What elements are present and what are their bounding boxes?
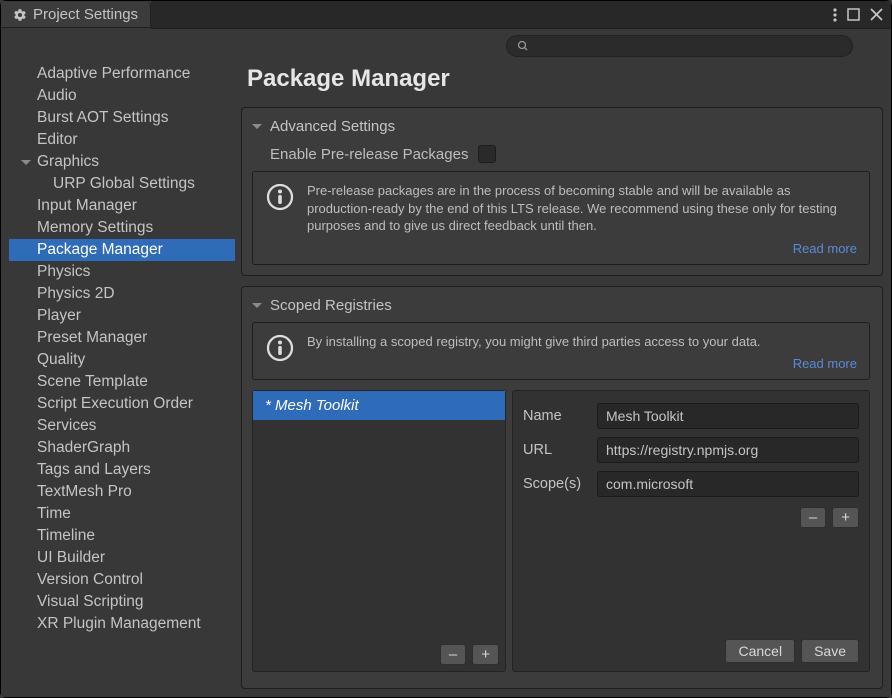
search-input[interactable] bbox=[506, 35, 853, 57]
sidebar-item-player[interactable]: Player bbox=[9, 305, 235, 327]
registry-list: * Mesh Toolkit – + bbox=[252, 390, 506, 672]
window-title: Project Settings bbox=[33, 6, 138, 23]
scopes-label: Scope(s) bbox=[523, 476, 589, 492]
info-icon bbox=[265, 182, 295, 212]
sidebar-item-tags-layers[interactable]: Tags and Layers bbox=[9, 459, 235, 481]
sidebar-item-audio[interactable]: Audio bbox=[9, 85, 235, 107]
url-label: URL bbox=[523, 442, 589, 458]
gear-icon bbox=[13, 8, 27, 22]
registry-add-button[interactable]: + bbox=[472, 644, 499, 665]
settings-sidebar: Adaptive Performance Audio Burst AOT Set… bbox=[9, 63, 241, 689]
sidebar-item-graphics[interactable]: Graphics bbox=[9, 151, 235, 173]
scope-remove-button[interactable]: – bbox=[800, 507, 826, 528]
sidebar-item-input-manager[interactable]: Input Manager bbox=[9, 195, 235, 217]
page-title: Package Manager bbox=[241, 63, 883, 97]
sidebar-item-time[interactable]: Time bbox=[9, 503, 235, 525]
save-button[interactable]: Save bbox=[801, 639, 859, 663]
name-input[interactable] bbox=[597, 403, 859, 429]
scopes-input[interactable] bbox=[597, 471, 859, 497]
window-tab[interactable]: Project Settings bbox=[1, 2, 151, 28]
sidebar-item-services[interactable]: Services bbox=[9, 415, 235, 437]
maximize-icon[interactable] bbox=[847, 8, 860, 21]
sidebar-item-memory[interactable]: Memory Settings bbox=[9, 217, 235, 239]
sidebar-item-quality[interactable]: Quality bbox=[9, 349, 235, 371]
sidebar-item-physics2d[interactable]: Physics 2D bbox=[9, 283, 235, 305]
url-input[interactable] bbox=[597, 437, 859, 463]
sidebar-item-timeline[interactable]: Timeline bbox=[9, 525, 235, 547]
advanced-settings-panel: Advanced Settings Enable Pre-release Pac… bbox=[241, 107, 883, 276]
registry-form: Name URL Scope(s) – + bbox=[512, 390, 870, 672]
toolbar bbox=[1, 29, 891, 63]
sidebar-item-preset-manager[interactable]: Preset Manager bbox=[9, 327, 235, 349]
sidebar-item-package-manager[interactable]: Package Manager bbox=[9, 239, 235, 261]
scoped-registries-panel: Scoped Registries By installing a scoped… bbox=[241, 286, 883, 689]
sidebar-item-adaptive-performance[interactable]: Adaptive Performance bbox=[9, 63, 235, 85]
registry-list-item[interactable]: * Mesh Toolkit bbox=[253, 391, 505, 420]
chevron-down-icon bbox=[252, 124, 262, 129]
prerelease-checkbox-label: Enable Pre-release Packages bbox=[270, 146, 468, 163]
sidebar-item-scene-template[interactable]: Scene Template bbox=[9, 371, 235, 393]
title-bar: Project Settings bbox=[1, 1, 891, 29]
sidebar-item-urp-global[interactable]: URP Global Settings bbox=[9, 173, 235, 195]
scoped-registries-header[interactable]: Scoped Registries bbox=[252, 295, 870, 322]
sidebar-item-textmeshpro[interactable]: TextMesh Pro bbox=[9, 481, 235, 503]
sidebar-item-burst-aot[interactable]: Burst AOT Settings bbox=[9, 107, 235, 129]
advanced-settings-header[interactable]: Advanced Settings bbox=[252, 116, 870, 143]
sidebar-item-uibuilder[interactable]: UI Builder bbox=[9, 547, 235, 569]
scoped-info-box: By installing a scoped registry, you mig… bbox=[252, 322, 870, 381]
kebab-menu-icon[interactable] bbox=[833, 8, 837, 22]
close-icon[interactable] bbox=[870, 8, 883, 21]
sidebar-item-physics[interactable]: Physics bbox=[9, 261, 235, 283]
search-icon bbox=[517, 40, 529, 52]
cancel-button[interactable]: Cancel bbox=[725, 639, 795, 663]
sidebar-item-xr-plugin[interactable]: XR Plugin Management bbox=[9, 613, 235, 635]
prerelease-readmore-link[interactable]: Read more bbox=[793, 241, 857, 256]
sidebar-item-editor[interactable]: Editor bbox=[9, 129, 235, 151]
name-label: Name bbox=[523, 408, 589, 424]
scoped-info-text: By installing a scoped registry, you mig… bbox=[307, 333, 857, 351]
prerelease-info-box: Pre-release packages are in the process … bbox=[252, 171, 870, 265]
sidebar-item-version-control[interactable]: Version Control bbox=[9, 569, 235, 591]
scoped-readmore-link[interactable]: Read more bbox=[793, 356, 857, 371]
scope-add-button[interactable]: + bbox=[832, 507, 859, 528]
prerelease-info-text: Pre-release packages are in the process … bbox=[307, 182, 857, 235]
info-icon bbox=[265, 333, 295, 363]
chevron-down-icon bbox=[252, 303, 262, 308]
sidebar-item-script-exec-order[interactable]: Script Execution Order bbox=[9, 393, 235, 415]
registry-remove-button[interactable]: – bbox=[440, 644, 466, 665]
sidebar-item-shadergraph[interactable]: ShaderGraph bbox=[9, 437, 235, 459]
sidebar-item-visual-scripting[interactable]: Visual Scripting bbox=[9, 591, 235, 613]
chevron-down-icon bbox=[21, 160, 31, 165]
main-panel: Package Manager Advanced Settings Enable… bbox=[241, 63, 883, 689]
prerelease-checkbox[interactable] bbox=[478, 145, 496, 163]
